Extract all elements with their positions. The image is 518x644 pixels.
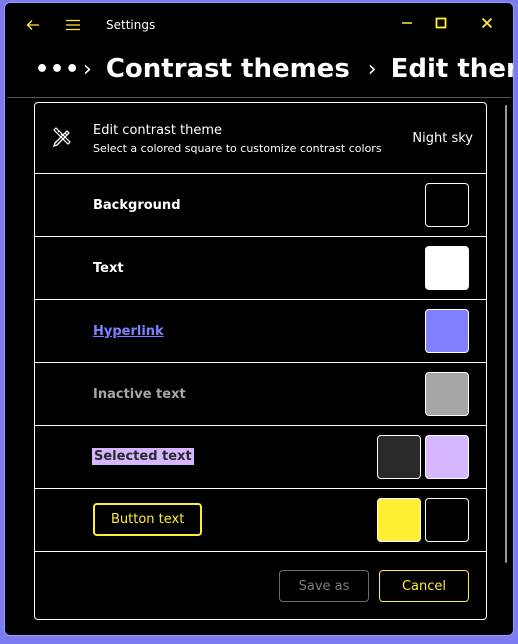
inactive-text-color-swatch[interactable]	[425, 372, 469, 416]
scrollbar-thumb[interactable]	[505, 105, 507, 563]
app-title: Settings	[106, 18, 156, 32]
chevron-right-icon: ›	[83, 56, 92, 82]
panel-title: Edit contrast theme	[93, 123, 223, 138]
color-row-selected-text: Selected text	[35, 426, 486, 489]
row-label: Button text	[93, 503, 203, 536]
breadcrumb-contrast-themes[interactable]: Contrast themes	[106, 54, 350, 84]
panel-subtitle: Select a colored square to customize con…	[93, 142, 382, 155]
background-color-swatch[interactable]	[425, 183, 469, 227]
edit-theme-panel: Edit contrast theme Select a colored squ…	[34, 102, 487, 620]
theme-name: Night sky	[412, 131, 473, 146]
arrow-left-icon[interactable]	[21, 13, 45, 37]
pencil-ruler-icon	[51, 125, 73, 151]
button-text-background-swatch[interactable]	[425, 498, 469, 542]
header-divider	[7, 97, 511, 98]
color-row-hyperlink: Hyperlink	[35, 300, 486, 363]
page-title: Edit theme	[390, 54, 513, 84]
row-label: Selected text	[92, 448, 194, 465]
minimize-button[interactable]	[391, 9, 423, 37]
maximize-button[interactable]	[425, 9, 457, 37]
save-as-button[interactable]: Save as	[279, 570, 369, 602]
row-label: Hyperlink	[93, 324, 164, 339]
panel-header: Edit contrast theme Select a colored squ…	[35, 103, 486, 174]
text-color-swatch[interactable]	[425, 246, 469, 290]
color-row-text: Text	[35, 237, 486, 300]
hamburger-menu-icon[interactable]	[61, 13, 85, 37]
hyperlink-color-swatch[interactable]	[425, 309, 469, 353]
row-label: Text	[93, 261, 124, 276]
breadcrumb-more-button[interactable]: •••	[35, 57, 79, 82]
breadcrumb: ••• › Contrast themes › Edit theme	[35, 49, 513, 89]
cancel-button[interactable]: Cancel	[379, 570, 469, 602]
color-row-background: Background	[35, 174, 486, 237]
close-button[interactable]	[471, 9, 503, 37]
settings-window: Settings ••• › Contrast themes › Edit th…	[4, 2, 514, 636]
chevron-right-icon: ›	[367, 56, 377, 82]
row-label: Background	[93, 198, 181, 213]
selected-text-background-swatch[interactable]	[425, 435, 469, 479]
button-text-foreground-swatch[interactable]	[377, 498, 421, 542]
color-row-inactive-text: Inactive text	[35, 363, 486, 426]
color-row-button-text: Button text	[35, 489, 486, 552]
row-label: Inactive text	[93, 387, 186, 402]
selected-text-foreground-swatch[interactable]	[377, 435, 421, 479]
title-bar: Settings	[5, 3, 513, 47]
